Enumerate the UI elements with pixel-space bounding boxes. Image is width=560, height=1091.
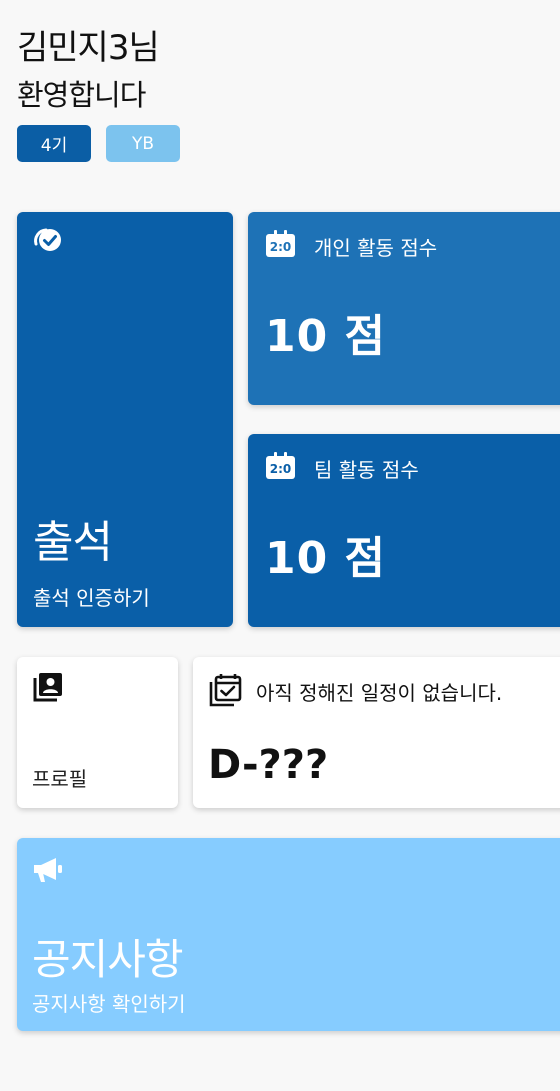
greeting-welcome: 환영합니다 [17,78,146,112]
notice-title: 공지사항 [32,935,184,984]
attendance-title: 출석 [33,517,113,568]
personal-score-value: 10 점 [265,311,387,362]
calendar-check-icon [209,674,242,707]
greeting-name: 김민지3님 [17,28,160,68]
member-type-badge: YB [106,125,180,162]
profile-label: 프로필 [32,767,88,791]
home-screen: 김민지3님 환영합니다 4기 YB 출석 출석 인증하기 2:0 개인 활동 점… [0,0,560,1091]
check-circle-icon [34,228,61,251]
svg-text:2:0: 2:0 [270,462,292,476]
dday-counter: D-??? [208,742,329,788]
svg-text:2:0: 2:0 [270,240,292,254]
schedule-card[interactable]: 아직 정해진 일정이 없습니다. D-??? [193,657,560,808]
personal-score-card[interactable]: 2:0 개인 활동 점수 10 점 [248,212,560,405]
scoreboard-icon: 2:0 [266,452,295,479]
megaphone-icon [34,858,62,882]
scoreboard-icon: 2:0 [266,230,295,257]
team-score-value: 10 점 [265,533,387,584]
attendance-subtitle: 출석 인증하기 [33,586,150,610]
team-score-card[interactable]: 2:0 팀 활동 점수 10 점 [248,434,560,627]
personal-score-label: 개인 활동 점수 [314,236,438,260]
team-score-label: 팀 활동 점수 [314,458,419,482]
profile-card-icon [33,673,62,702]
generation-badge: 4기 [17,125,91,162]
schedule-status-text: 아직 정해진 일정이 없습니다. [256,681,503,705]
attendance-card[interactable]: 출석 출석 인증하기 [17,212,233,627]
profile-card[interactable]: 프로필 [17,657,178,808]
notice-subtitle: 공지사항 확인하기 [32,992,186,1016]
notice-card[interactable]: 공지사항 공지사항 확인하기 [17,838,560,1031]
